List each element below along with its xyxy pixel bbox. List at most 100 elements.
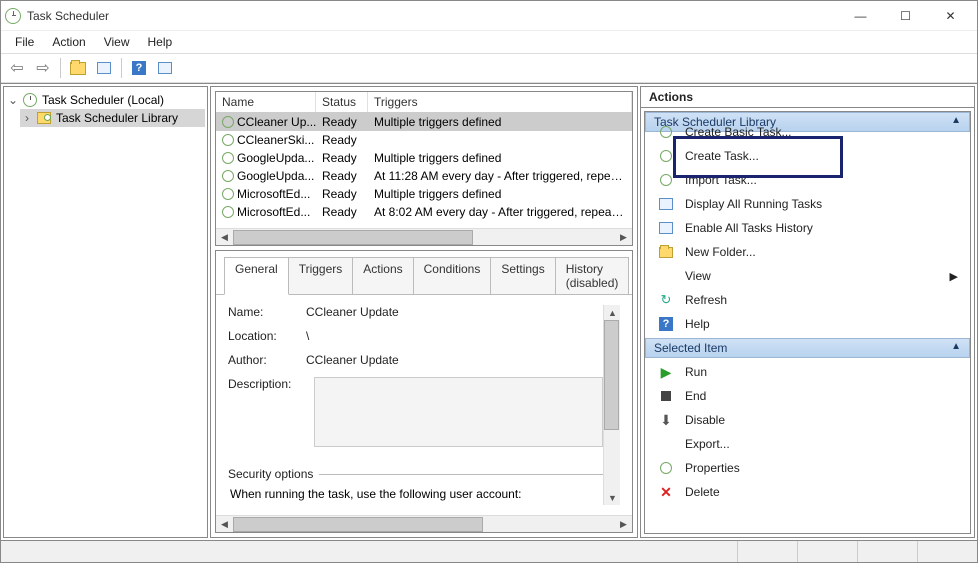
action-refresh[interactable]: ↻Refresh (645, 288, 970, 312)
scroll-up-icon[interactable]: ▲ (604, 305, 621, 320)
toolbar: ⇦ ⇨ ? (1, 53, 977, 83)
tree-expander[interactable]: ⌄ (8, 93, 18, 107)
action-view[interactable]: View ▶ (645, 264, 970, 288)
folder-icon (659, 247, 673, 258)
task-name: CCleaner Up... (237, 115, 316, 129)
action-label: End (685, 389, 706, 403)
help-icon: ? (659, 317, 673, 331)
location-value: \ (306, 329, 603, 343)
actions-group-selected[interactable]: Selected Item ▲ (645, 338, 970, 358)
action-label: View (685, 269, 711, 283)
clock-icon (22, 92, 38, 108)
action-label: Run (685, 365, 707, 379)
task-row[interactable]: CCleaner Up...ReadyMultiple triggers def… (216, 113, 632, 131)
action-new-folder[interactable]: New Folder... (645, 240, 970, 264)
close-button[interactable]: ✕ (928, 2, 973, 30)
tab-settings[interactable]: Settings (490, 257, 555, 294)
location-label: Location: (228, 329, 298, 343)
action-create-basic-task[interactable]: Create Basic Task... (645, 120, 970, 144)
security-legend: Security options (228, 467, 319, 481)
task-row[interactable]: MicrosoftEd...ReadyAt 8:02 AM every day … (216, 203, 632, 221)
action-export[interactable]: Export... (645, 432, 970, 456)
chevron-right-icon: ▶ (950, 270, 958, 283)
details-pane: GeneralTriggersActionsConditionsSettings… (215, 250, 633, 533)
action-properties[interactable]: Properties (645, 456, 970, 480)
action-label: Create Basic Task... (685, 125, 792, 139)
center-pane: Name Status Triggers CCleaner Up...Ready… (210, 86, 638, 538)
tree-pane: ⌄ Task Scheduler (Local) › Task Schedule… (3, 86, 208, 538)
author-value: CCleaner Update (306, 353, 603, 367)
scroll-left-icon[interactable]: ◀ (216, 517, 233, 532)
action-disable[interactable]: ⬇Disable (645, 408, 970, 432)
task-row[interactable]: GoogleUpda...ReadyMultiple triggers defi… (216, 149, 632, 167)
details-hscroll[interactable]: ◀ ▶ (216, 515, 632, 532)
task-name: GoogleUpda... (237, 169, 314, 183)
hscroll-thumb[interactable] (233, 517, 483, 532)
task-name: MicrosoftEd... (237, 205, 310, 219)
help-button[interactable]: ? (127, 56, 151, 80)
hscroll-thumb[interactable] (233, 230, 473, 245)
tab-conditions[interactable]: Conditions (413, 257, 492, 294)
tree-expander[interactable]: › (22, 111, 32, 125)
task-row[interactable]: GoogleUpda...ReadyAt 11:28 AM every day … (216, 167, 632, 185)
task-row[interactable]: CCleanerSki...Ready (216, 131, 632, 149)
panel2-icon (158, 62, 172, 74)
action-delete[interactable]: ✕Delete (645, 480, 970, 504)
scroll-left-icon[interactable]: ◀ (216, 230, 233, 245)
actions-title: Actions (641, 87, 974, 108)
task-name: GoogleUpda... (237, 151, 314, 165)
vscroll-thumb[interactable] (604, 320, 619, 430)
task-triggers: Multiple triggers defined (368, 114, 632, 130)
disable-icon: ⬇ (660, 412, 672, 429)
name-value: CCleaner Update (306, 305, 603, 319)
action-run[interactable]: ▶Run (645, 360, 970, 384)
tab-history-disabled-[interactable]: History (disabled) (555, 257, 630, 294)
tab-actions[interactable]: Actions (352, 257, 413, 294)
col-name[interactable]: Name (216, 92, 316, 112)
action-display-all-running-tasks[interactable]: Display All Running Tasks (645, 192, 970, 216)
maximize-button[interactable]: ☐ (883, 2, 928, 30)
actions-pane: Actions Task Scheduler Library ▲ Create … (640, 86, 975, 538)
forward-button[interactable]: ⇨ (31, 56, 55, 80)
panel2-button[interactable] (153, 56, 177, 80)
menu-view[interactable]: View (96, 33, 138, 51)
task-status: Ready (316, 186, 368, 202)
panel-button[interactable] (92, 56, 116, 80)
task-status: Ready (316, 168, 368, 184)
scroll-right-icon[interactable]: ▶ (615, 230, 632, 245)
action-label: Delete (685, 485, 720, 499)
tree-library[interactable]: › Task Scheduler Library (20, 109, 205, 127)
action-help[interactable]: ?Help (645, 312, 970, 336)
back-arrow-icon: ⇦ (10, 58, 23, 78)
scroll-down-icon[interactable]: ▼ (604, 490, 621, 505)
task-list-header: Name Status Triggers (216, 92, 632, 113)
action-import-task[interactable]: Import Task... (645, 168, 970, 192)
action-label: Enable All Tasks History (685, 221, 813, 235)
tree-root[interactable]: ⌄ Task Scheduler (Local) (6, 91, 205, 109)
tab-general[interactable]: General (224, 257, 289, 295)
up-folder-button[interactable] (66, 56, 90, 80)
task-icon (222, 206, 234, 218)
col-triggers[interactable]: Triggers (368, 92, 632, 112)
task-icon (222, 170, 234, 182)
task-icon (222, 134, 234, 146)
col-status[interactable]: Status (316, 92, 368, 112)
back-button[interactable]: ⇦ (5, 56, 29, 80)
menu-file[interactable]: File (7, 33, 42, 51)
task-list-hscroll[interactable]: ◀ ▶ (216, 228, 632, 245)
action-end[interactable]: End (645, 384, 970, 408)
action-label: Properties (685, 461, 740, 475)
action-enable-all-tasks-history[interactable]: Enable All Tasks History (645, 216, 970, 240)
description-box[interactable] (314, 377, 603, 447)
details-vscroll[interactable]: ▲ ▼ (603, 305, 620, 505)
action-create-task[interactable]: Create Task... (645, 144, 970, 168)
minimize-button[interactable]: — (838, 2, 883, 30)
task-triggers (368, 132, 632, 148)
task-row[interactable]: MicrosoftEd...ReadyMultiple triggers def… (216, 185, 632, 203)
menu-action[interactable]: Action (44, 33, 93, 51)
tab-triggers[interactable]: Triggers (288, 257, 354, 294)
task-status: Ready (316, 114, 368, 130)
scroll-right-icon[interactable]: ▶ (615, 517, 632, 532)
refresh-icon: ↻ (661, 292, 672, 308)
menu-help[interactable]: Help (140, 33, 181, 51)
